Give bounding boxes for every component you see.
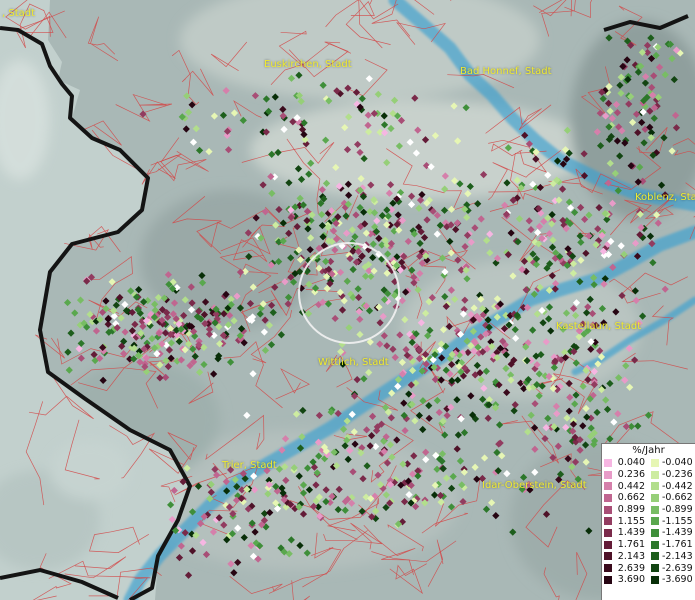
legend-value-positive: 2.639 [617,562,645,574]
legend-swatch-negative [651,458,659,467]
legend-value-negative: -0.899 [662,504,693,516]
legend-swatch-negative [651,552,659,561]
legend-value-positive: 0.662 [617,492,645,504]
legend-value-positive: 0.899 [617,504,645,516]
legend-swatch-positive [604,552,612,561]
legend-swatch-positive [604,482,612,491]
legend-swatch-negative [651,564,659,573]
legend-value-negative: -2.143 [662,550,693,562]
legend-swatch-negative [651,470,659,479]
legend-swatch-positive [604,528,612,537]
city-label: , Stadt [2,8,36,19]
city-label: Koblenz, Sta [635,192,695,203]
legend-rows: 0.040 -0.040 0.236 -0.236 0.442 -0.442 0.662 -0… [602,457,695,586]
legend-swatch-negative [651,540,659,549]
legend-title: %/Jahr [632,445,665,456]
legend-swatch-negative [651,575,659,584]
legend-value-negative: -1.761 [662,539,693,551]
legend-row: 0.662 -0.662 [602,492,695,504]
legend-value-positive: 1.761 [617,539,645,551]
legend-row: 1.439 -1.439 [602,527,695,539]
city-label: Kastellaun, Stadt [556,321,642,332]
legend-value-positive: 1.155 [617,515,645,527]
legend-row: 2.639 -2.639 [602,562,695,574]
legend-swatch-positive [604,540,612,549]
legend-swatch-negative [651,493,659,502]
legend-value-negative: -1.439 [662,527,693,539]
legend-swatch-positive [604,458,612,467]
legend-value-negative: -1.155 [662,515,693,527]
legend-row: 3.690 -3.690 [602,574,695,586]
legend-swatch-negative [651,505,659,514]
legend-row: 1.155 -1.155 [602,515,695,527]
legend-swatch-negative [651,482,659,491]
legend-value-positive: 2.143 [617,550,645,562]
legend-value-positive: 0.040 [617,457,645,469]
legend-row: 0.899 -0.899 [602,504,695,516]
legend-value-negative: -2.639 [662,562,693,574]
legend-row: 0.040 -0.040 [602,457,695,469]
legend-swatch-negative [651,517,659,526]
city-label: Idar-Oberstein, Stadt [482,480,587,491]
city-label: Trier, Stadt [222,460,277,471]
city-label: Wittlich, Stadt [318,357,389,368]
legend-swatch-positive [604,470,612,479]
legend-value-positive: 3.690 [617,574,645,586]
legend-swatch-positive [604,564,612,573]
legend-value-negative: -3.690 [662,574,693,586]
legend-swatch-negative [651,528,659,537]
legend-swatch-positive [604,505,612,514]
legend-value-negative: -0.040 [662,457,693,469]
legend-value-negative: -0.662 [662,492,693,504]
legend-value-positive: 0.442 [617,480,645,492]
legend-swatch-positive [604,575,612,584]
legend-swatch-positive [604,517,612,526]
city-label: Bad Honnef, Stadt [460,66,552,77]
legend-row: 0.236 -0.236 [602,469,695,481]
legend-value-positive: 1.439 [617,527,645,539]
city-label: Euskirchen, Stadt [264,59,352,70]
legend-row: 1.761 -1.761 [602,539,695,551]
legend-swatch-positive [604,493,612,502]
legend-row: 2.143 -2.143 [602,551,695,563]
legend-value-positive: 0.236 [617,469,645,481]
map-canvas[interactable] [0,0,695,600]
legend: %/Jahr 0.040 -0.040 0.236 -0.236 0.442 -0.442… [601,443,695,600]
legend-row: 0.442 -0.442 [602,480,695,492]
legend-value-negative: -0.442 [662,480,693,492]
legend-value-negative: -0.236 [662,469,693,481]
